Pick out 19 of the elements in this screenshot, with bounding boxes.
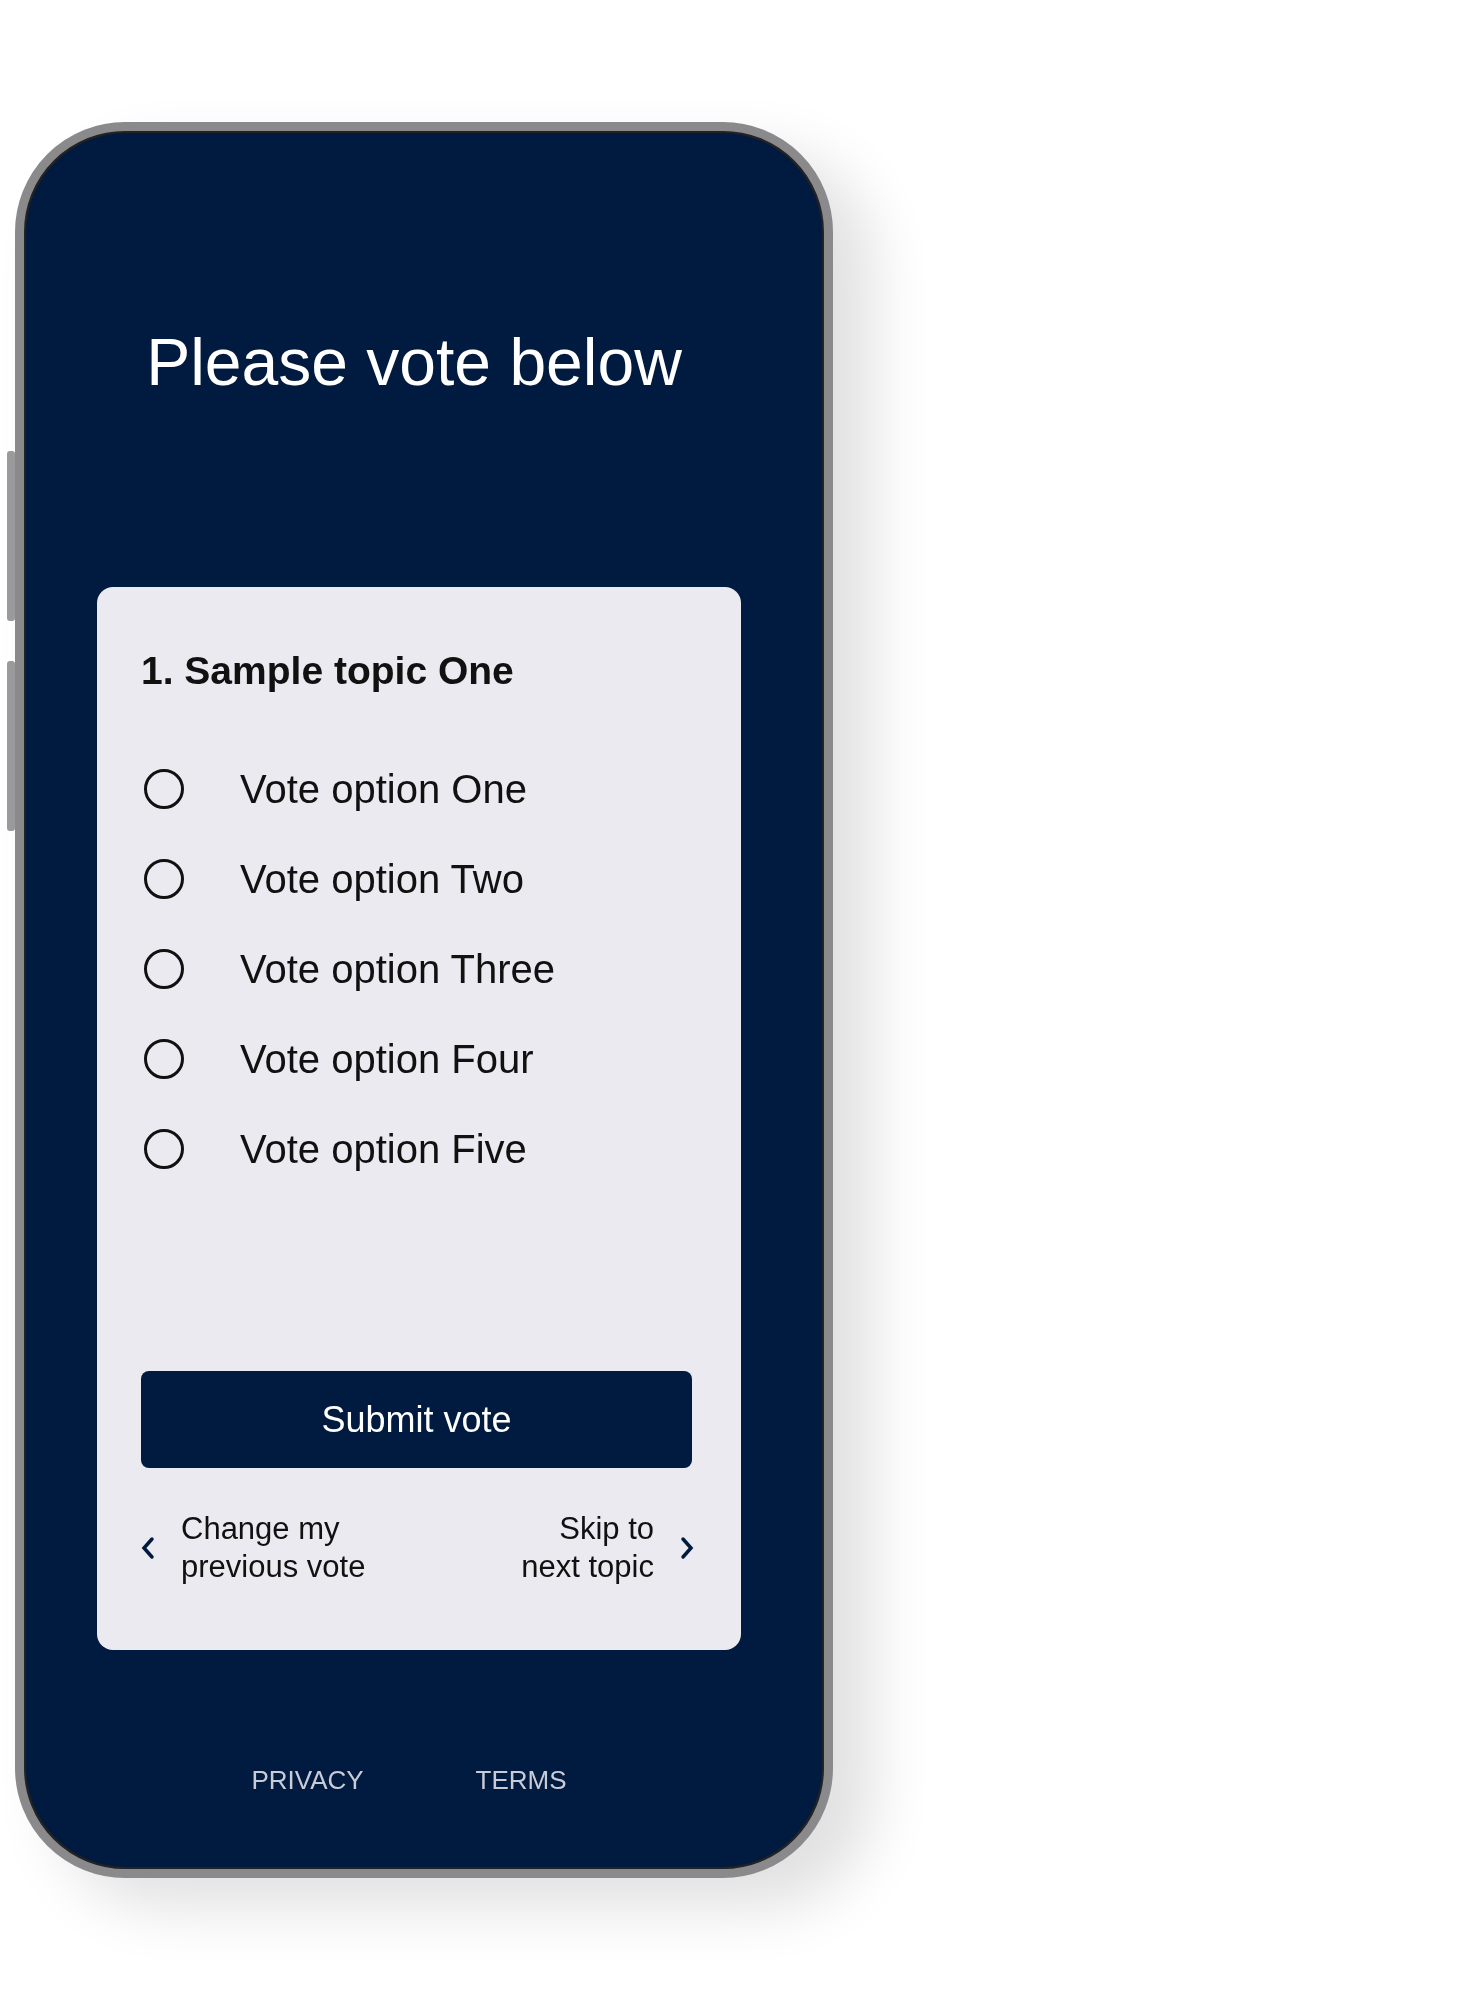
radio-button[interactable]	[144, 1039, 184, 1080]
vote-option[interactable]: Vote option Three	[141, 947, 694, 992]
vote-option[interactable]: Vote option Four	[141, 1037, 694, 1082]
chevron-right-icon	[680, 1536, 694, 1561]
submit-button[interactable]: Submit vote	[141, 1371, 692, 1469]
footer-link[interactable]: PRIVACY	[251, 1765, 364, 1797]
radio-button[interactable]	[144, 1129, 184, 1170]
chevron-left-icon	[141, 1536, 155, 1561]
radio-button[interactable]	[144, 859, 184, 900]
vote-option[interactable]: Vote option One	[141, 767, 694, 812]
radio-button[interactable]	[144, 949, 184, 990]
topic-title: 1. Sample topic One	[141, 649, 515, 694]
page-title: Please vote below	[146, 324, 683, 401]
vote-option[interactable]: Vote option Five	[141, 1127, 694, 1172]
next-topic-link[interactable]: Skip to next topic	[521, 1510, 654, 1587]
vote-option[interactable]: Vote option Two	[141, 857, 694, 902]
footer-link[interactable]: TERMS	[475, 1765, 567, 1797]
radio-button[interactable]	[144, 769, 184, 810]
previous-vote-link[interactable]: Change my previous vote	[181, 1510, 366, 1587]
